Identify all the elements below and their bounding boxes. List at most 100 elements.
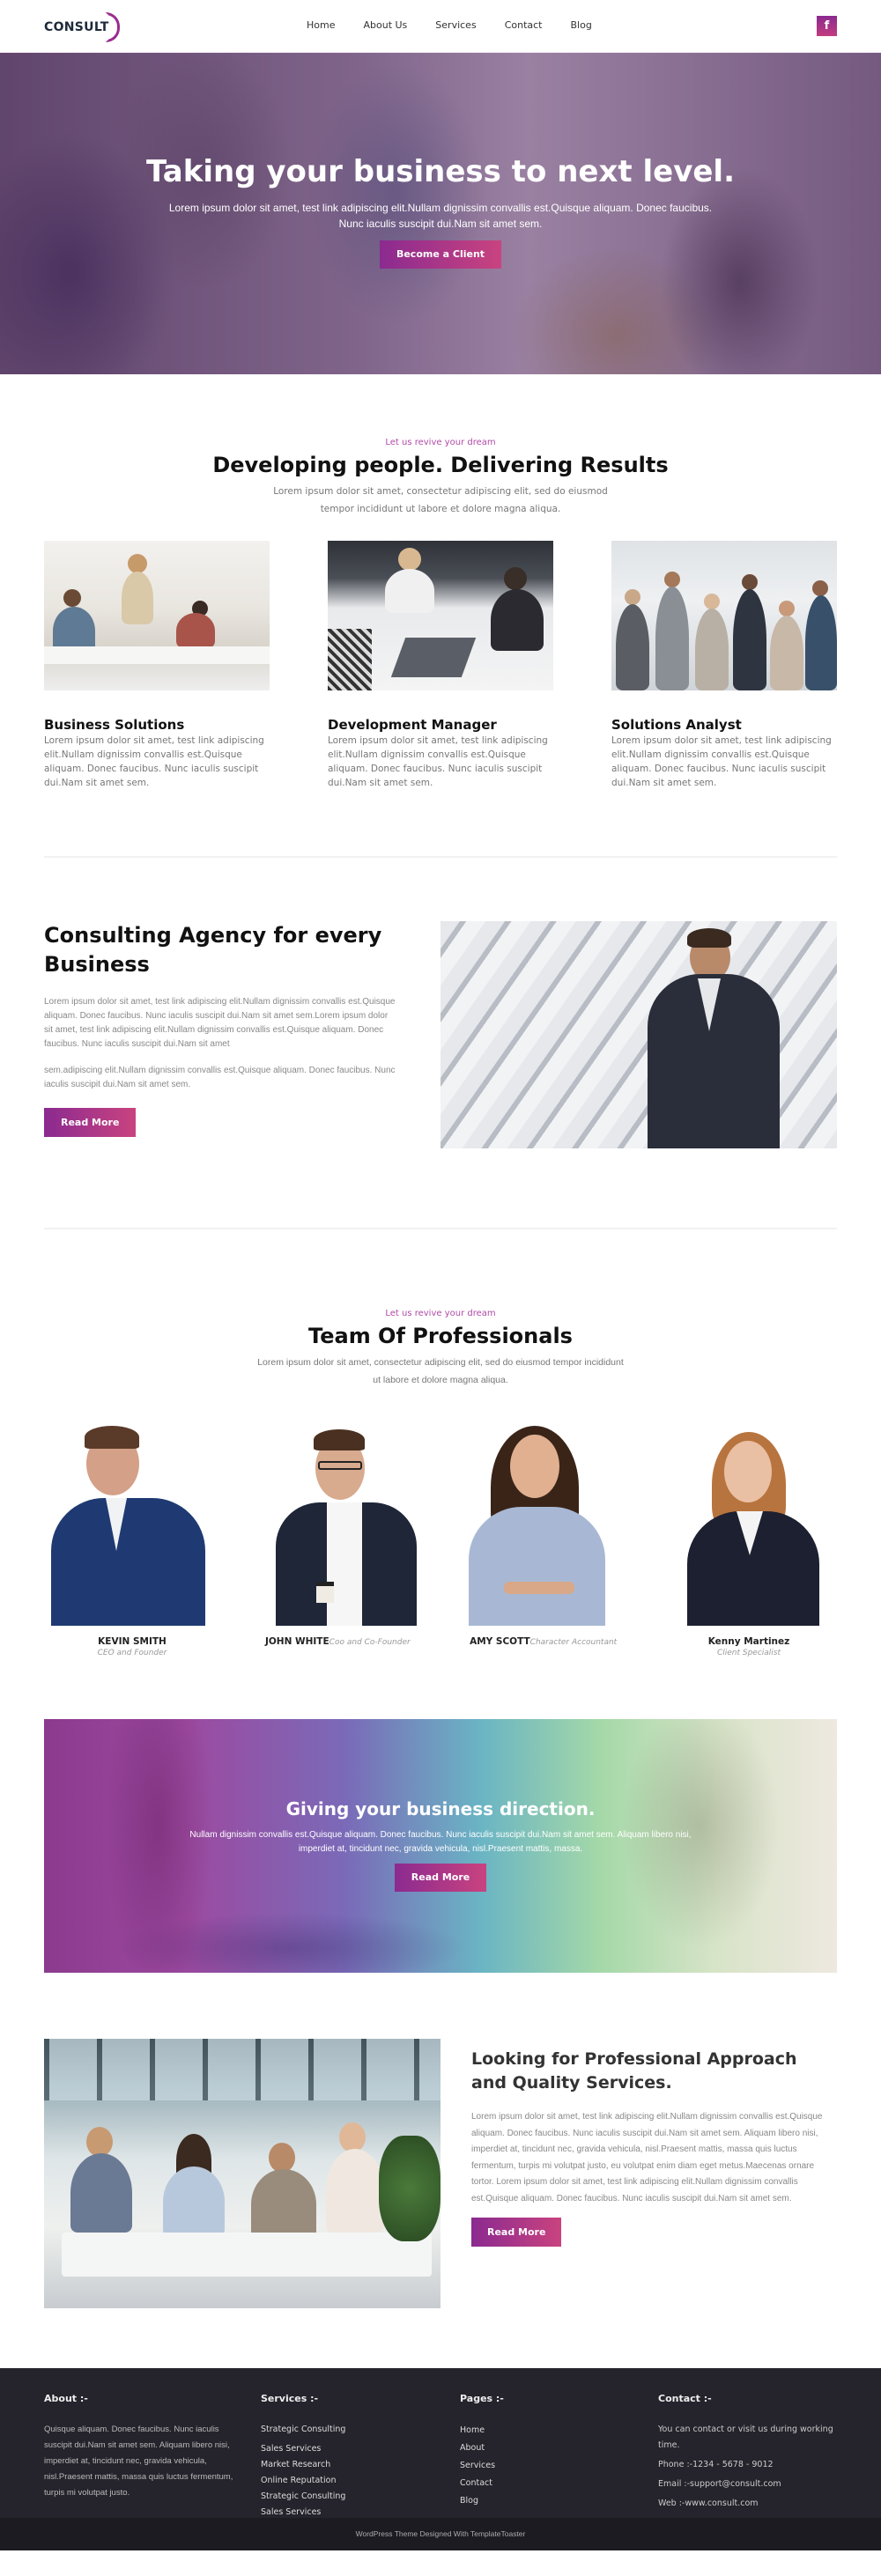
copyright-bar: WordPress Theme Designed With TemplateTo… <box>0 2518 881 2550</box>
footer-about-title: About :- <box>44 2393 88 2404</box>
intro-subtitle: Lorem ipsum dolor sit amet, consectetur … <box>273 486 608 514</box>
footer-page-about[interactable]: About <box>460 2439 504 2457</box>
feature-image-development <box>328 541 553 690</box>
quality-paragraph: Lorem ipsum dolor sit amet, test link ad… <box>471 2112 823 2203</box>
section-divider <box>44 856 837 858</box>
feature-text: Lorem ipsum dolor sit amet, test link ad… <box>328 735 548 788</box>
logo-text: CONSULT <box>44 20 109 34</box>
feature-card: Business Solutions Lorem ipsum dolor sit… <box>44 541 270 790</box>
intro-head: Let us revive your dream Developing peop… <box>0 438 881 518</box>
site-header: CONSULT Home About Us Services Contact B… <box>0 0 881 53</box>
quality-section: Looking for Professional Approach and Qu… <box>0 2039 881 2308</box>
member-photo <box>249 1410 426 1626</box>
member-photo <box>661 1410 837 1626</box>
agency-title: Consulting Agency for every Business <box>44 923 382 977</box>
footer-contact-title: Contact :- <box>658 2393 712 2404</box>
team-member: JOHN WHITECoo and Co-Founder <box>249 1410 426 1657</box>
footer-service-link[interactable]: Market Research <box>261 2457 345 2473</box>
footer-about-text: Quisque aliquam. Donec faucibus. Nunc ia… <box>44 2425 233 2498</box>
footer-contact-phone: Phone :-1234 - 5678 - 9012 <box>658 2460 774 2469</box>
team-subtitle: Lorem ipsum dolor sit amet, consectetur … <box>257 1357 624 1385</box>
member-name: JOHN WHITE <box>264 1636 329 1647</box>
team-member: AMY SCOTTCharacter Accountant <box>455 1410 632 1657</box>
team-member: KEVIN SMITH CEO and Founder <box>44 1410 220 1657</box>
member-role: Client Specialist <box>716 1649 781 1657</box>
member-role: CEO and Founder <box>97 1649 167 1657</box>
quality-read-more-button[interactable]: Read More <box>471 2218 562 2247</box>
direction-content: Giving your business direction. Nullam d… <box>44 1798 837 1892</box>
footer-page-services[interactable]: Services <box>460 2457 504 2475</box>
nav-blog[interactable]: Blog <box>570 19 591 31</box>
footer-about: About :- Quisque aliquam. Donec faucibus… <box>44 2393 238 2501</box>
quality-title: Looking for Professional Approach and Qu… <box>471 2049 797 2093</box>
logo-arc-icon <box>105 12 120 42</box>
quality-text: Looking for Professional Approach and Qu… <box>471 2039 837 2308</box>
team-section: Let us revive your dream Team Of Profess… <box>0 1309 881 1657</box>
member-name-inline: AMY SCOTTCharacter Accountant <box>455 1636 632 1647</box>
nav-about-us[interactable]: About Us <box>363 19 407 31</box>
intro-section: Let us revive your dream Developing peop… <box>0 438 881 790</box>
quality-image <box>44 2039 440 2308</box>
footer-service-link[interactable]: Online Reputation <box>261 2473 345 2489</box>
member-role: Character Accountant <box>529 1638 618 1647</box>
member-name: AMY SCOTT <box>470 1636 530 1647</box>
nav-services[interactable]: Services <box>435 19 476 31</box>
nav-contact[interactable]: Contact <box>505 19 543 31</box>
footer-pages-title: Pages :- <box>460 2393 504 2404</box>
footer-service-link[interactable]: Strategic Consulting <box>261 2422 345 2438</box>
footer-contact: Contact :- You can contact or visit us d… <box>658 2393 848 2512</box>
footer-services-title: Services :- <box>261 2393 319 2404</box>
nav-home[interactable]: Home <box>307 19 335 31</box>
feature-text: Lorem ipsum dolor sit amet, test link ad… <box>611 735 832 788</box>
team-list: KEVIN SMITH CEO and Founder JOHN WHITECo… <box>0 1410 881 1657</box>
footer-service-link[interactable]: Strategic Consulting <box>261 2489 345 2505</box>
direction-banner: Giving your business direction. Nullam d… <box>44 1719 837 1973</box>
feature-image-business <box>44 541 270 690</box>
intro-title: Developing people. Delivering Results <box>212 453 669 477</box>
member-name: Kenny Martinez <box>707 1636 790 1647</box>
agency-paragraph-2: sem.adipiscing elit.Nullam dignissim con… <box>44 1066 396 1089</box>
direction-text: Nullam dignissim convallis est.Quisque a… <box>189 1830 692 1854</box>
agency-text: Consulting Agency for every Business Lor… <box>44 921 396 1148</box>
feature-card: Development Manager Lorem ipsum dolor si… <box>328 541 553 790</box>
hero-text: Lorem ipsum dolor sit amet, test link ad… <box>168 202 713 230</box>
direction-title: Giving your business direction. <box>285 1798 596 1819</box>
footer-page-blog[interactable]: Blog <box>460 2492 504 2510</box>
team-title: Team Of Professionals <box>308 1324 573 1348</box>
become-client-button[interactable]: Become a Client <box>379 240 502 269</box>
feature-title: Business Solutions <box>44 717 185 733</box>
feature-title: Solutions Analyst <box>611 717 742 733</box>
hero-content: Taking your business to next level. Lore… <box>0 154 881 269</box>
agency-image <box>440 921 837 1148</box>
agency-read-more-button[interactable]: Read More <box>44 1108 137 1137</box>
member-name-inline: JOHN WHITECoo and Co-Founder <box>249 1636 426 1647</box>
footer-page-home[interactable]: Home <box>460 2422 504 2439</box>
feature-image-analyst <box>611 541 837 690</box>
member-photo <box>44 1410 220 1626</box>
feature-list: Business Solutions Lorem ipsum dolor sit… <box>0 541 881 790</box>
member-role: Coo and Co-Founder <box>329 1638 411 1647</box>
section-divider <box>44 1228 837 1229</box>
feature-text: Lorem ipsum dolor sit amet, test link ad… <box>44 735 264 788</box>
member-name: KEVIN SMITH <box>98 1636 167 1647</box>
main-nav: Home About Us Services Contact Blog <box>307 19 620 31</box>
footer-contact-intro: You can contact or visit us during worki… <box>658 2425 833 2450</box>
feature-card: Solutions Analyst Lorem ipsum dolor sit … <box>611 541 837 790</box>
footer-services: Services :- Strategic Consulting Sales S… <box>261 2393 345 2521</box>
intro-kicker: Let us revive your dream <box>385 438 496 447</box>
footer-service-link[interactable]: Sales Services <box>261 2441 345 2457</box>
feature-title: Development Manager <box>328 717 497 733</box>
footer-contact-web[interactable]: Web :-www.consult.com <box>658 2496 848 2512</box>
team-kicker: Let us revive your dream <box>385 1309 496 1318</box>
footer-page-contact[interactable]: Contact <box>460 2475 504 2492</box>
hero-slider: Taking your business to next level. Lore… <box>0 53 881 374</box>
direction-read-more-button[interactable]: Read More <box>394 1864 487 1892</box>
facebook-icon[interactable]: f <box>817 16 837 36</box>
hero-title: Taking your business to next level. <box>146 154 735 189</box>
footer-service-link[interactable]: Sales Services <box>261 2505 345 2521</box>
footer-contact-email[interactable]: Email :-support@consult.com <box>658 2476 848 2492</box>
footer-pages: Pages :- Home About Services Contact Blo… <box>460 2393 504 2510</box>
team-head: Let us revive your dream Team Of Profess… <box>0 1309 881 1389</box>
logo[interactable]: CONSULT <box>44 12 120 42</box>
agency-section: Consulting Agency for every Business Lor… <box>0 921 881 1148</box>
